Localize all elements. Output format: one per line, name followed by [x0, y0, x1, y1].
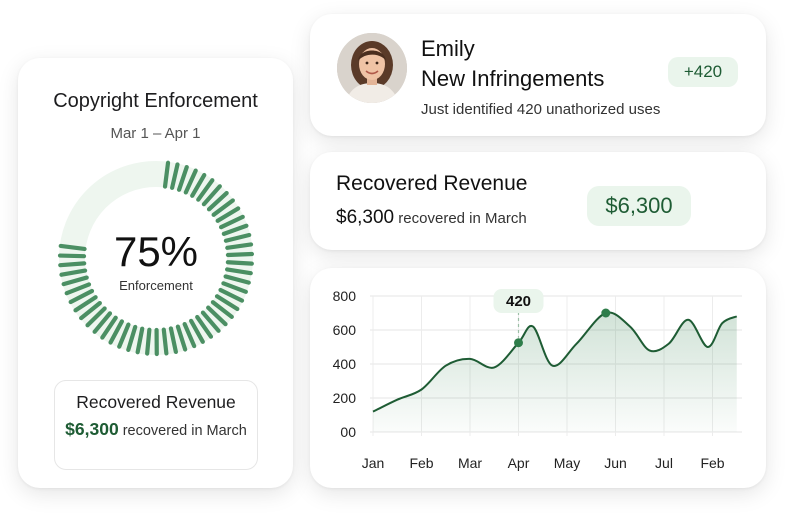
y-tick-label: 400: [333, 356, 357, 372]
user-name: Emily: [421, 36, 475, 61]
revenue-badge: $6,300: [587, 186, 691, 226]
revenue-text: $6,300 recovered in March: [336, 207, 527, 229]
mini-card-caption: recovered in March: [122, 423, 247, 439]
x-tick-label: May: [554, 455, 580, 471]
x-tick-label: Feb: [409, 455, 433, 471]
gauge-label: Enforcement: [119, 278, 193, 293]
revenue-amount: $6,300: [336, 207, 395, 228]
mini-card-text: $6,300 recovered in March: [55, 419, 257, 442]
mini-card-amount: $6,300: [65, 419, 119, 439]
recovered-revenue-mini-card: Recovered Revenue $6,300 recovered in Ma…: [54, 380, 258, 470]
new-infringements-card[interactable]: Emily New Infringements Just identified …: [310, 14, 766, 136]
infringements-chart-card: 420 800 600 400 200 00 Jan Feb Mar Apr May Jun Jul F…: [310, 268, 766, 488]
enforcement-card: Copyright Enforcement Mar 1 – Apr 1 75% …: [18, 58, 293, 488]
x-tick-label: Mar: [458, 455, 482, 471]
enforcement-title: Copyright Enforcement: [53, 90, 258, 112]
highlight-label: 420: [506, 293, 531, 310]
notification-subtitle: Just identified 420 unathorized uses: [421, 101, 661, 118]
notification-title: New Infringements: [421, 66, 605, 91]
gauge-segment: [161, 327, 169, 356]
line-chart: 420 800 600 400 200 00 Jan Feb Mar Apr May Jun Jul F…: [333, 288, 742, 471]
avatar: [337, 33, 407, 103]
y-tick-label: 800: [333, 288, 357, 304]
highlight-point[interactable]: [514, 338, 523, 348]
x-tick-label: Jul: [655, 455, 673, 471]
data-point[interactable]: [601, 308, 611, 318]
x-tick-label: Apr: [508, 455, 530, 471]
gauge-segment: [162, 160, 171, 189]
y-tick-label: 00: [340, 424, 356, 440]
gauge-value: 75%: [113, 228, 199, 275]
y-tick-label: 200: [333, 390, 357, 406]
person-avatar-icon: [337, 33, 407, 103]
x-tick-label: Jan: [362, 455, 385, 471]
date-range: Mar 1 – Apr 1: [110, 125, 201, 142]
x-tick-label: Feb: [700, 455, 724, 471]
infringement-count-badge: +420: [668, 57, 738, 87]
revenue-title: Recovered Revenue: [336, 172, 528, 195]
x-tick-label: Jun: [604, 455, 627, 471]
y-tick-label: 600: [333, 322, 357, 338]
revenue-caption: recovered in March: [398, 210, 527, 227]
recovered-revenue-card[interactable]: Recovered Revenue $6,300 recovered in Ma…: [310, 152, 766, 250]
mini-card-title: Recovered Revenue: [76, 392, 236, 412]
gauge-segment: [145, 327, 152, 356]
